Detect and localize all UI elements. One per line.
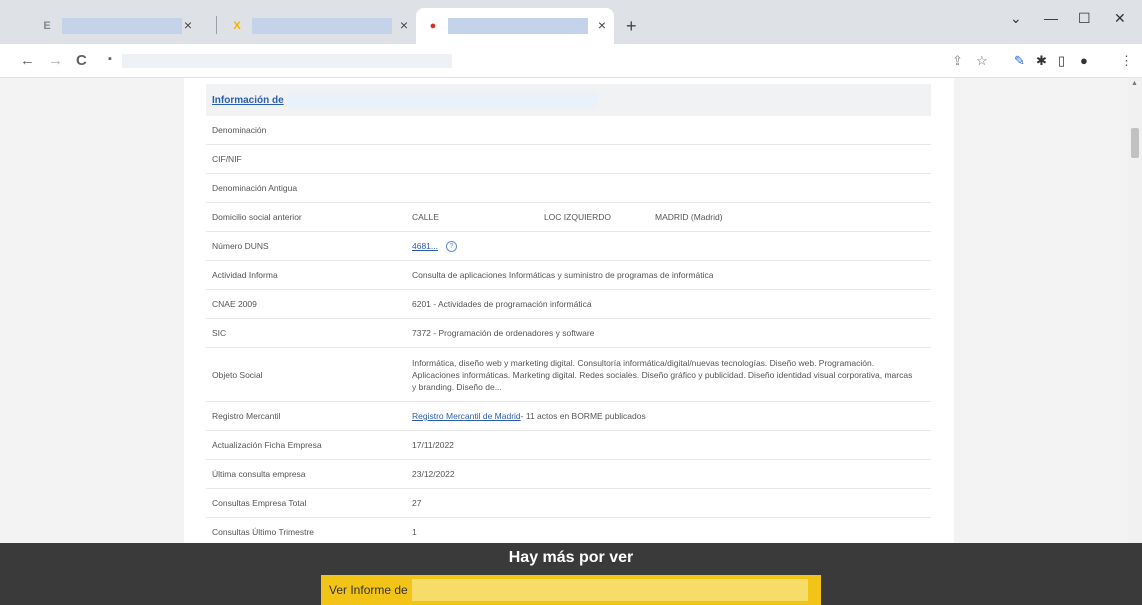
tab-separator xyxy=(216,16,217,34)
table-row: SIC 7372 - Programación de ordenadores y… xyxy=(206,319,931,348)
row-label: Registro Mercantil xyxy=(212,411,281,421)
browser-tab-1[interactable]: E × xyxy=(30,8,200,44)
pen-icon[interactable]: ✎ xyxy=(1014,53,1025,69)
paywall-banner: Hay más por ver Ver Informe de xyxy=(0,543,1142,605)
browser-toolbar: ← → C ▪ ⇪ ☆ ✎ ✱ ▯ ● ⋮ xyxy=(0,44,1142,78)
table-row: Última consulta empresa 23/12/2022 xyxy=(206,460,931,489)
new-tab-icon[interactable]: + xyxy=(626,16,637,37)
row-label: Número DUNS xyxy=(212,241,269,251)
row-value: 27 xyxy=(412,498,422,508)
view-report-button[interactable]: Ver Informe de xyxy=(321,575,821,605)
tab-strip: E × X × ● × + ⌄ — ☐ ✕ xyxy=(0,0,1142,44)
scrollbar-thumb[interactable] xyxy=(1131,128,1139,158)
sidebar-icon[interactable]: ▯ xyxy=(1058,53,1065,69)
lock-icon: ▪ xyxy=(108,53,112,65)
row-value: 7372 - Programación de ordenadores y sof… xyxy=(412,328,595,338)
table-row: Registro Mercantil Registro Mercantil de… xyxy=(206,402,931,431)
table-row: Domicilio social anterior CALLE LOC IZQU… xyxy=(206,203,931,232)
maximize-icon[interactable]: ☐ xyxy=(1078,10,1091,27)
close-window-icon[interactable]: ✕ xyxy=(1114,10,1126,27)
table-row: Actualización Ficha Empresa 17/11/2022 xyxy=(206,431,931,460)
puzzle-icon[interactable]: ✱ xyxy=(1036,53,1047,69)
close-tab-icon[interactable]: × xyxy=(598,17,606,33)
back-icon[interactable]: ← xyxy=(20,52,35,69)
row-label: Domicilio social anterior xyxy=(212,212,302,222)
row-value: 4681... ? xyxy=(412,240,931,252)
more-to-see-heading: Hay más por ver xyxy=(508,549,634,566)
row-label: Consultas Último Trimestre xyxy=(212,527,315,537)
row-value: 17/11/2022 xyxy=(412,440,454,450)
table-row: CIF/NIF xyxy=(206,145,931,174)
table-row: CNAE 2009 6201 - Actividades de programa… xyxy=(206,290,931,319)
forward-icon[interactable]: → xyxy=(48,52,63,69)
tab-search-icon[interactable]: ⌄ xyxy=(1010,10,1022,27)
help-icon[interactable]: ? xyxy=(446,240,457,252)
row-label: Última consulta empresa xyxy=(212,469,306,479)
section-header: Información de xyxy=(206,84,931,116)
row-label: Denominación Antigua xyxy=(212,183,298,193)
row-label: Denominación xyxy=(212,125,267,135)
registro-mercantil-link[interactable]: Registro Mercantil de Madrid xyxy=(412,411,521,421)
table-row: Denominación Antigua xyxy=(206,174,931,203)
row-label: CNAE 2009 xyxy=(212,299,257,309)
browser-tab-active[interactable]: ● × xyxy=(416,8,614,44)
tab-favicon-icon: X xyxy=(233,20,241,32)
table-row: Consultas Empresa Total 27 xyxy=(206,489,931,518)
address-street: CALLE xyxy=(412,212,439,222)
view-report-label: Ver Informe de xyxy=(329,583,408,597)
url-redacted xyxy=(122,54,452,68)
row-value: CALLE LOC IZQUIERDO MADRID (Madrid) xyxy=(412,212,931,222)
table-row: Número DUNS 4681... ? xyxy=(206,232,931,261)
row-value: Consulta de aplicaciones Informáticas y … xyxy=(412,270,714,280)
duns-link[interactable]: 4681... xyxy=(412,241,438,251)
avatar-icon[interactable]: ● xyxy=(1080,53,1088,68)
table-row: Objeto Social Informática, diseño web y … xyxy=(206,348,931,402)
tab-title-redacted xyxy=(252,18,392,34)
table-row: Actividad Informa Consulta de aplicacion… xyxy=(206,261,931,290)
address-locality: LOC IZQUIERDO xyxy=(543,212,611,222)
close-tab-icon[interactable]: × xyxy=(184,17,192,33)
menu-icon[interactable]: ⋮ xyxy=(1120,53,1133,69)
minimize-icon[interactable]: — xyxy=(1044,10,1058,26)
address-city: MADRID (Madrid) xyxy=(655,212,723,222)
row-value: 23/12/2022 xyxy=(412,469,455,479)
section-title-link[interactable]: Información de xyxy=(212,95,284,106)
share-icon[interactable]: ⇪ xyxy=(952,53,963,69)
row-label: Consultas Empresa Total xyxy=(212,498,307,508)
borme-summary: - 11 actos en BORME publicados xyxy=(520,411,646,421)
row-value: Registro Mercantil de Madrid - 11 actos … xyxy=(412,411,931,421)
company-info-card: Información de Denominación CIF/NIF Deno… xyxy=(184,78,954,605)
company-name-redacted xyxy=(411,579,808,601)
row-label: SIC xyxy=(212,328,227,338)
star-icon[interactable]: ☆ xyxy=(976,53,988,69)
row-label: Actividad Informa xyxy=(212,270,278,280)
row-label: CIF/NIF xyxy=(212,154,242,164)
address-bar[interactable]: ▪ xyxy=(108,50,938,72)
row-value: 6201 - Actividades de programación infor… xyxy=(412,299,592,309)
table-row: Denominación xyxy=(206,116,931,145)
tab-favicon-icon: ● xyxy=(429,20,437,32)
row-label: Actualización Ficha Empresa xyxy=(212,440,322,450)
tab-favicon-icon: E xyxy=(43,20,51,32)
tab-title-redacted xyxy=(448,18,588,34)
close-tab-icon[interactable]: × xyxy=(400,17,408,33)
company-name-redacted xyxy=(287,93,598,107)
row-label: Objeto Social xyxy=(212,369,263,380)
reload-icon[interactable]: C xyxy=(76,52,87,69)
tab-title-redacted xyxy=(62,18,182,34)
row-value: 1 xyxy=(412,527,417,537)
page-viewport: Información de Denominación CIF/NIF Deno… xyxy=(0,78,1128,605)
page-scrollbar[interactable]: ▲ xyxy=(1128,78,1142,605)
row-value: Informática, diseño web y marketing digi… xyxy=(412,357,913,392)
company-info-table: Información de Denominación CIF/NIF Deno… xyxy=(206,84,931,547)
browser-tab-2[interactable]: X × xyxy=(220,8,416,44)
scroll-up-icon[interactable]: ▲ xyxy=(1131,80,1138,87)
